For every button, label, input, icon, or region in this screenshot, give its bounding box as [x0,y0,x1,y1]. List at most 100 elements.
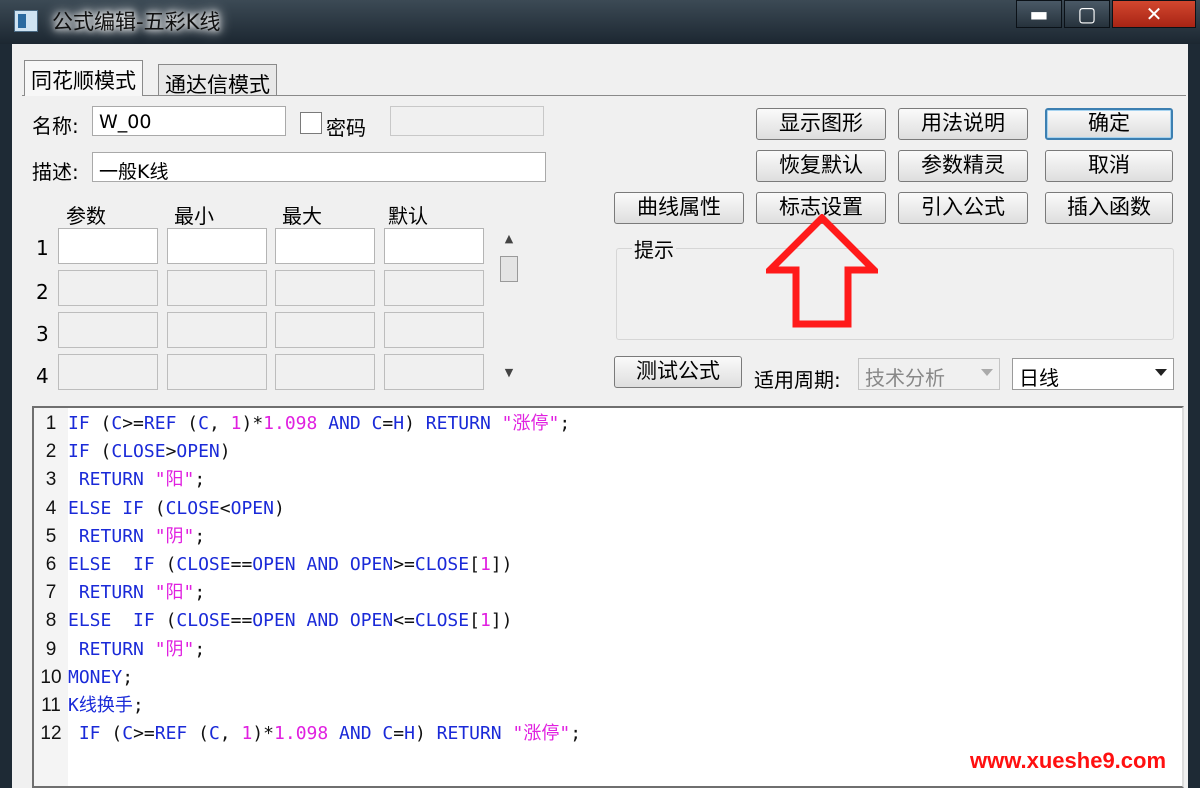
tab-tdx-mode[interactable]: 通达信模式 [158,64,277,97]
code-token: CLOSE [165,497,220,519]
code-token: ) [273,497,285,519]
restore-default-button[interactable]: 恢复默认 [756,150,886,182]
curve-props-button[interactable]: 曲线属性 [614,192,744,224]
code-token: ; [570,723,582,745]
maximize-icon: ▢ [1077,2,1097,26]
params-scrollbar[interactable]: ▲ ▼ [498,232,520,390]
param-cell[interactable] [384,354,484,390]
chevron-down-icon [1155,369,1167,376]
period-select[interactable]: 日线 [1012,358,1174,390]
param-cell[interactable] [384,270,484,306]
formula-editor-dialog: 同花顺模式 通达信模式 名称: W_00 密码 描述: 一般K线 参数 最小 最… [12,44,1188,788]
desc-input[interactable]: 一般K线 [92,152,546,182]
param-cell[interactable] [58,228,158,264]
usage-button[interactable]: 用法说明 [898,108,1028,140]
password-input[interactable] [390,106,544,136]
show-graph-button[interactable]: 显示图形 [756,108,886,140]
code-token: C [198,413,209,434]
code-token: , [219,723,242,745]
code-token: IF [133,554,155,575]
param-cell[interactable] [275,354,375,390]
code-token: "阴" [154,525,195,547]
param-cell[interactable] [384,312,484,348]
scroll-down-icon[interactable]: ▼ [498,366,520,384]
import-formula-button[interactable]: 引入公式 [898,192,1028,224]
minimize-button[interactable]: ▬ [1016,0,1062,28]
test-formula-button[interactable]: 测试公式 [614,356,742,388]
code-token: == [230,610,253,632]
param-cell[interactable] [275,270,375,306]
app-icon [14,10,38,32]
line-number: 10 [40,666,62,688]
code-line: 8 ELSE IF (CLOSE==OPEN AND OPEN<=CLOSE[1]… [34,607,1174,635]
code-line: 11 K线换手; [34,692,1174,720]
scroll-thumb[interactable] [500,256,518,282]
param-cell[interactable] [275,312,375,348]
param-cell[interactable] [167,354,267,390]
code-token: IF [68,441,90,463]
code-token: MONEY [68,666,123,688]
code-token: H [404,723,415,745]
code-token: OPEN [176,441,220,463]
line-number: 7 [45,582,57,604]
code-token: ELSE [68,497,112,519]
code-token: CLOSE [176,554,231,575]
line-number: 5 [45,525,57,547]
line-number: 8 [45,610,57,632]
param-cell[interactable] [167,270,267,306]
code-editor[interactable]: 1 IF (C>=REF (C, 1)*1.098 AND C=H) RETURN… [32,406,1184,788]
password-checkbox[interactable] [300,112,322,134]
param-cell[interactable] [58,354,158,390]
param-cell[interactable] [167,228,267,264]
code-token: OPEN [230,497,274,519]
up-arrow-icon [766,214,878,328]
code-token: C [382,723,394,745]
param-wizard-button[interactable]: 参数精灵 [898,150,1028,182]
name-input[interactable]: W_00 [92,106,286,136]
scroll-up-icon[interactable]: ▲ [498,232,520,250]
code-token: OPEN [349,610,394,632]
tab-ths-mode[interactable]: 同花顺模式 [24,60,143,96]
code-line: 7 RETURN "阳"; [34,579,1174,607]
code-token: [ [469,554,480,575]
code-token: C [122,723,134,745]
code-token: ELSE [68,554,112,575]
code-token: ; [194,525,206,547]
code-token: CLOSE [111,441,166,463]
code-token: RETURN [78,638,144,660]
line-number: 11 [41,695,61,716]
cancel-button[interactable]: 取消 [1045,150,1173,182]
code-token: IF [68,413,90,434]
param-cell[interactable] [167,312,267,348]
code-token: ( [100,723,123,745]
param-header-name: 参数 [66,204,106,228]
param-cell[interactable] [58,270,158,306]
maximize-button[interactable]: ▢ [1064,0,1110,28]
analysis-select[interactable]: 技术分析 [858,358,1000,390]
window-title: 公式编辑-五彩K线 [52,10,221,34]
line-number: 1 [45,413,57,434]
param-row-index: 3 [36,322,49,346]
code-line: 3 RETURN "阳"; [34,466,1174,494]
code-token: >= [133,723,155,745]
code-token: 1.098 [263,413,318,434]
ok-button[interactable]: 确定 [1045,108,1173,140]
code-token: C [371,413,383,434]
code-token: RETURN [425,413,491,434]
param-cell[interactable] [275,228,375,264]
param-cell[interactable] [58,312,158,348]
param-cell[interactable] [384,228,484,264]
close-button[interactable]: ✕ [1112,0,1196,28]
insert-function-button[interactable]: 插入函数 [1045,192,1173,224]
param-header-min: 最小 [174,204,214,228]
code-line: 1 IF (C>=REF (C, 1)*1.098 AND C=H) RETURN… [34,410,1174,438]
code-token: RETURN [78,469,144,491]
